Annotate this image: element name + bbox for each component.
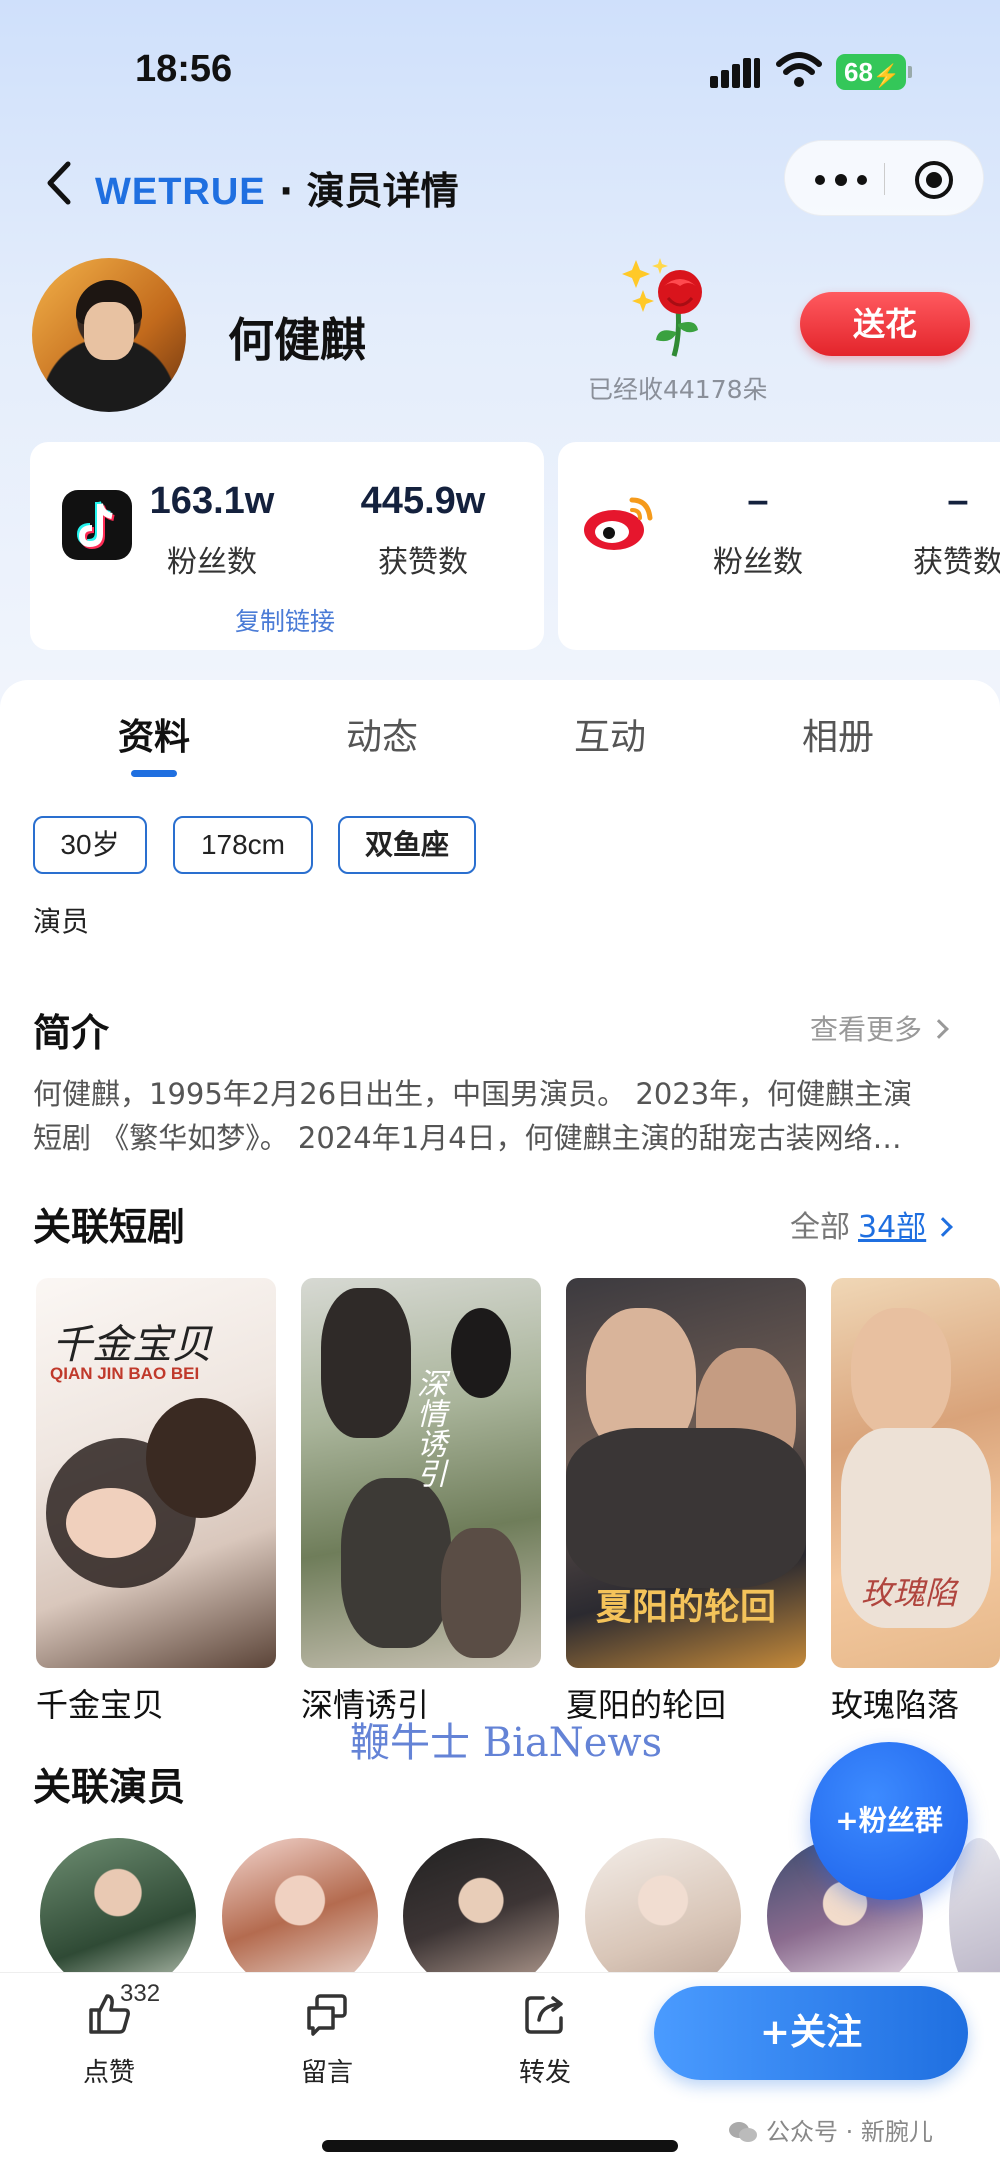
douyin-likes-value: 445.9w — [360, 480, 486, 522]
weibo-stats-card: – 粉丝数 – 获赞数 — [558, 442, 1000, 650]
intro-text: 何健麒，1995年2月26日出生，中国男演员。 2023年，何健麒主演 短剧 《… — [33, 1072, 973, 1160]
comment-label: 留言 — [300, 2058, 353, 2088]
related-actor-avatar[interactable] — [222, 1838, 378, 1994]
brand-logo: WETRUE — [95, 171, 266, 213]
weibo-fans-label: 粉丝数 — [713, 545, 803, 580]
poster-title-art: 千金宝贝 — [52, 1322, 212, 1368]
douyin-stats-card: 163.1w 粉丝数 445.9w 获赞数 复制链接 — [30, 442, 544, 650]
chevron-right-icon — [929, 1019, 949, 1039]
tiktok-icon — [62, 490, 132, 560]
tab-moments[interactable]: 动态 — [346, 708, 418, 760]
send-flower-button[interactable]: 送花 — [800, 292, 970, 356]
active-tab-indicator — [131, 770, 177, 777]
follow-button[interactable]: +关注 — [654, 1986, 968, 2080]
douyin-fans-value: 163.1w — [149, 480, 275, 522]
tab-profile[interactable]: 资料 — [118, 708, 190, 760]
weibo-likes-stat: – 获赞数 — [888, 480, 1000, 581]
weibo-fans-value: – — [747, 480, 769, 522]
age-tag: 30岁 — [33, 816, 147, 874]
intro-line-2: 短剧 《繁华如梦》。 2024年1月4日，何健麒主演的甜宠古装网络… — [33, 1121, 902, 1155]
profession-label: 演员 — [33, 905, 90, 938]
drama-poster[interactable]: 深情诱引 — [301, 1278, 541, 1668]
wechat-icon — [729, 2122, 757, 2142]
all-dramas-label: 全部 — [790, 1210, 850, 1245]
douyin-fans-label: 粉丝数 — [167, 545, 257, 580]
related-actor-avatar[interactable] — [585, 1838, 741, 1994]
weibo-likes-value: – — [947, 480, 969, 522]
height-tag: 178cm — [173, 816, 313, 874]
nav-title: WETRUE · 演员详情 — [95, 160, 459, 215]
weibo-icon — [584, 497, 653, 550]
poster-title-art: 夏阳的轮回 — [596, 1586, 777, 1628]
page-title: 演员详情 — [306, 169, 459, 213]
rose-icon — [622, 258, 702, 357]
wechat-account-mark: 公众号 · 新腕儿 — [728, 2112, 933, 2147]
douyin-fans-stat: 163.1w 粉丝数 — [142, 480, 282, 581]
wechat-account-name: 公众号 · 新腕儿 — [766, 2118, 933, 2146]
douyin-likes-stat: 445.9w 获赞数 — [348, 480, 498, 581]
actor-avatar[interactable] — [32, 258, 186, 412]
more-options-icon[interactable] — [813, 161, 873, 197]
intro-heading: 简介 — [33, 1011, 110, 1055]
dramas-count: 34部 — [858, 1210, 927, 1245]
intro-line-1: 何健麒，1995年2月26日出生，中国男演员。 2023年，何健麒主演 — [33, 1077, 913, 1111]
related-dramas-heading: 关联短剧 — [33, 1205, 186, 1249]
comment-button[interactable]: 留言 — [272, 1990, 382, 2089]
wifi-icon — [776, 52, 822, 87]
nav-separator: · — [265, 169, 307, 213]
charging-icon: ⚡ — [872, 63, 900, 88]
drama-poster[interactable]: 千金宝贝 QIAN JIN BAO BEI — [36, 1278, 276, 1668]
see-more-label: 查看更多 — [810, 1013, 923, 1046]
battery-level: 68 — [844, 57, 873, 87]
douyin-likes-label: 获赞数 — [378, 545, 468, 580]
poster-title-art: 玫瑰陷 — [861, 1574, 958, 1612]
copy-link-button[interactable]: 复制链接 — [235, 602, 335, 638]
actor-name: 何健麒 — [228, 313, 366, 367]
share-label: 转发 — [518, 2058, 571, 2088]
home-indicator[interactable] — [322, 2140, 678, 2152]
drama-poster[interactable]: 玫瑰陷 — [831, 1278, 1000, 1668]
poster-title-art: 深情诱引 — [411, 1368, 446, 1488]
related-actor-avatar[interactable] — [40, 1838, 196, 1994]
see-more-link[interactable]: 查看更多 — [810, 1008, 949, 1048]
like-count: 332 — [120, 1980, 161, 2007]
chevron-right-icon — [933, 1217, 954, 1237]
drama-title[interactable]: 玫瑰陷落 — [831, 1680, 959, 1726]
watermark: 鞭牛士 BiaNews — [350, 1720, 663, 1766]
share-button[interactable]: 转发 — [490, 1990, 600, 2089]
like-label: 点赞 — [82, 2058, 135, 2088]
back-arrow-icon[interactable] — [42, 158, 78, 208]
all-dramas-link[interactable]: 全部 34部 — [790, 1202, 954, 1246]
related-actor-avatar[interactable] — [403, 1838, 559, 1994]
status-time: 18:56 — [135, 48, 233, 90]
battery-indicator: 68 ⚡ — [836, 54, 912, 90]
comment-icon — [307, 1994, 347, 2036]
share-icon — [525, 1996, 563, 2034]
related-actors-heading: 关联演员 — [33, 1765, 186, 1809]
weibo-likes-label: 获赞数 — [913, 545, 1000, 580]
close-miniprogram-icon[interactable] — [915, 161, 953, 199]
tab-album[interactable]: 相册 — [802, 708, 874, 760]
capsule-divider — [884, 163, 885, 195]
miniprogram-capsule — [784, 140, 984, 216]
tab-interaction[interactable]: 互动 — [574, 708, 646, 760]
flowers-received-count: 已经收44178朵 — [588, 375, 768, 404]
signal-icon — [710, 56, 762, 88]
poster-subtitle-art: QIAN JIN BAO BEI — [50, 1364, 200, 1383]
drama-poster[interactable]: 夏阳的轮回 — [566, 1278, 806, 1668]
weibo-fans-stat: – 粉丝数 — [688, 480, 828, 581]
join-fan-group-button[interactable]: +粉丝群 — [810, 1742, 968, 1900]
drama-title[interactable]: 千金宝贝 — [36, 1680, 164, 1726]
zodiac-tag: 双鱼座 — [338, 816, 476, 874]
